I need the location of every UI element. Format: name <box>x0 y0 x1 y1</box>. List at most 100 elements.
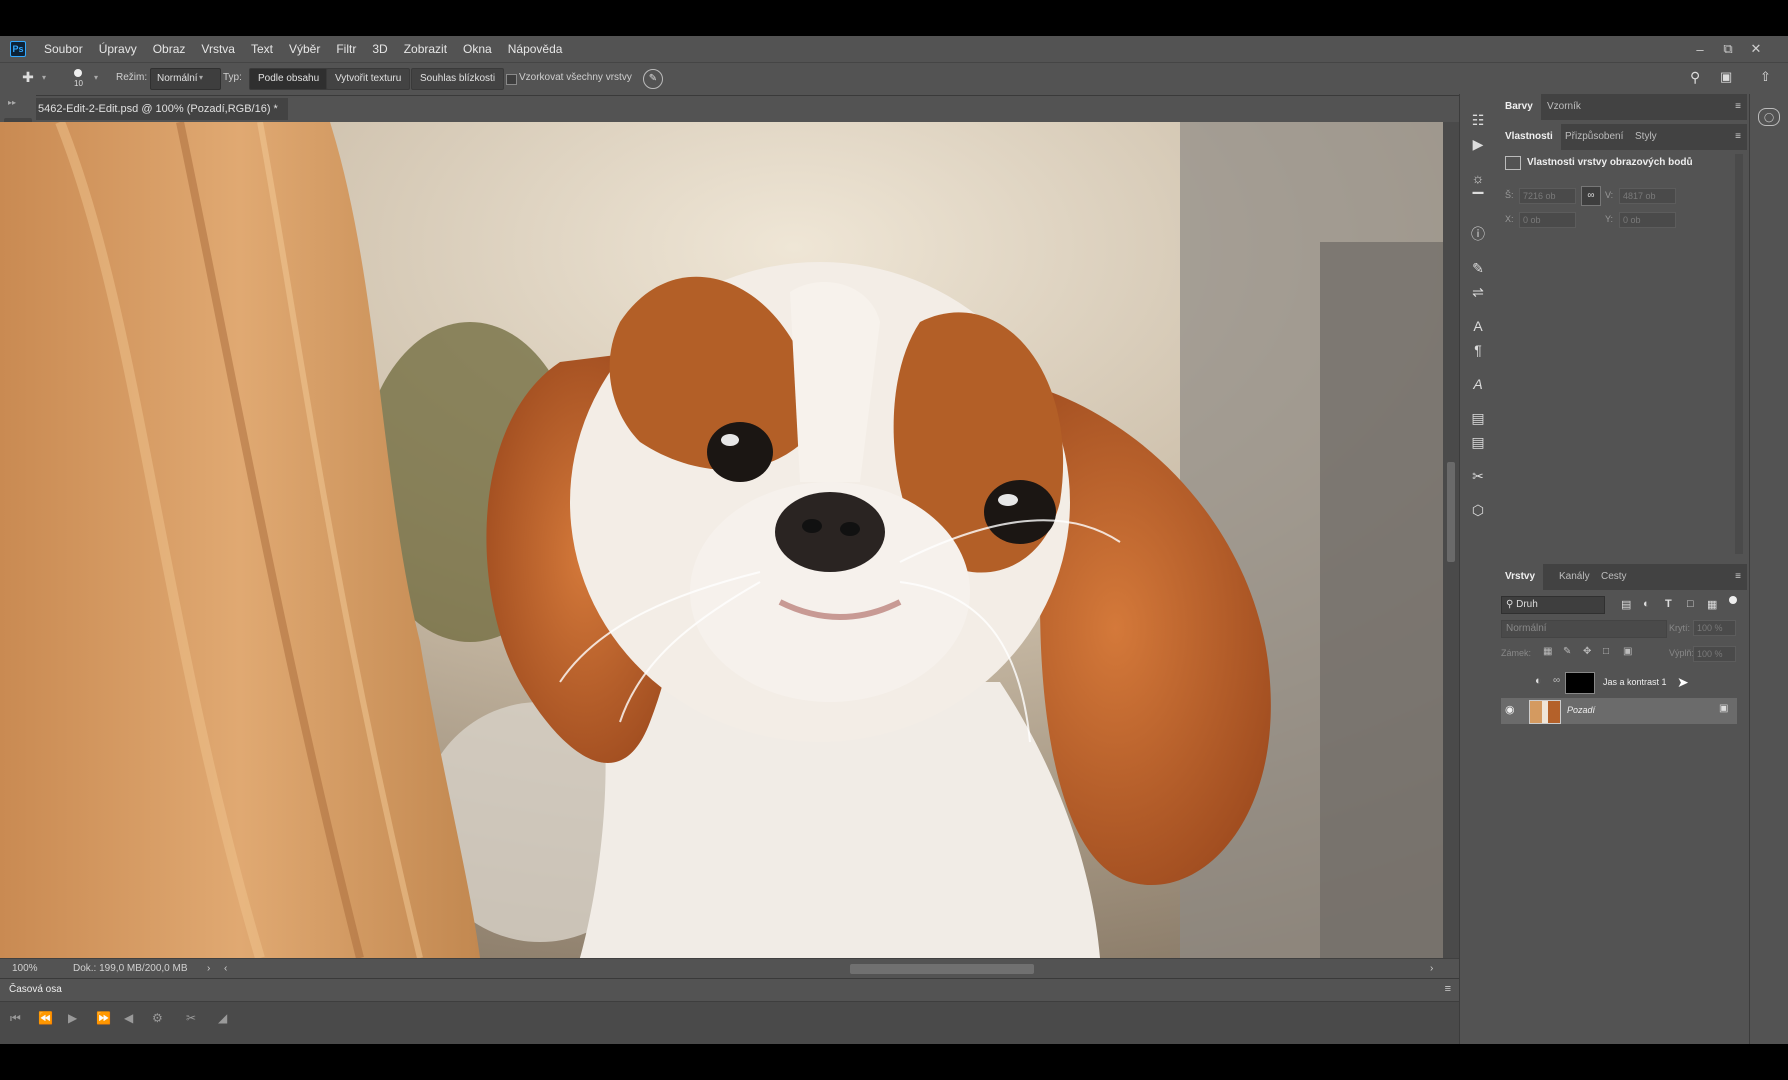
blend-mode-select[interactable]: Normální <box>1501 620 1667 638</box>
audio-icon[interactable]: ◀ <box>124 1011 133 1025</box>
tool-presets-icon[interactable]: ✂ <box>1468 466 1488 486</box>
share-icon[interactable]: ⇧ <box>1760 69 1771 85</box>
mask-link-icon[interactable]: ∞ <box>1553 675 1560 686</box>
layer-name[interactable]: Jas a kontrast 1 <box>1603 677 1667 687</box>
timeline-menu-icon[interactable]: ≡ <box>1445 983 1451 995</box>
filter-adjustment-icon[interactable]: ◐ <box>1643 598 1650 610</box>
scroll-right-icon[interactable]: › <box>1430 963 1433 974</box>
type-proximity-match-button[interactable]: Souhlas blízkosti <box>411 68 505 90</box>
glyphs-icon[interactable]: A <box>1468 374 1488 394</box>
tab-prizpusobeni[interactable]: Přizpůsobení <box>1557 124 1631 150</box>
tab-vzornik[interactable]: Vzorník <box>1539 94 1589 120</box>
pressure-size-icon[interactable]: ✎ <box>643 69 663 89</box>
layer-hidden-visibility[interactable] <box>1505 676 1517 688</box>
character-icon[interactable]: A <box>1468 316 1488 336</box>
menu-text[interactable]: Text <box>243 36 281 62</box>
close-icon[interactable]: ✕ <box>1742 41 1770 57</box>
notes-icon[interactable]: ▤ <box>1468 432 1488 452</box>
collapse-tools-icon[interactable]: ▸▸ <box>8 98 16 107</box>
opacity-field[interactable]: 100 % <box>1693 620 1736 636</box>
lock-all-icon[interactable]: ▣ <box>1623 646 1632 657</box>
lock-paint-icon[interactable]: ✎ <box>1563 646 1571 657</box>
brush-chevron-icon[interactable]: ▾ <box>94 73 98 82</box>
paragraph-icon[interactable]: ¶ <box>1468 340 1488 360</box>
filter-shape-icon[interactable]: □ <box>1687 598 1694 610</box>
sample-all-checkbox[interactable] <box>506 74 517 85</box>
transition-icon[interactable]: ◢ <box>218 1011 227 1025</box>
brush-tip-icon[interactable] <box>74 69 82 77</box>
layer-name[interactable]: Pozadí <box>1567 705 1595 715</box>
x-field[interactable]: 0 ob <box>1519 212 1576 228</box>
type-create-texture-button[interactable]: Vytvořit texturu <box>326 68 411 90</box>
menu-vrstva[interactable]: Vrstva <box>193 36 243 62</box>
layer-row[interactable]: ◐ ∞ Jas a kontrast 1 <box>1501 670 1737 696</box>
tab-styly[interactable]: Styly <box>1627 124 1665 150</box>
colors-panel-menu-icon[interactable]: ≡ <box>1735 101 1741 112</box>
restore-icon[interactable]: ⧉ <box>1714 41 1742 57</box>
history-panel-icon[interactable]: ☷ <box>1468 110 1488 130</box>
filter-smart-object-icon[interactable]: ▦ <box>1707 598 1717 611</box>
tab-vrstvy[interactable]: Vrstvy <box>1497 564 1544 590</box>
tab-vlastnosti[interactable]: Vlastnosti <box>1497 124 1561 150</box>
lock-transparent-icon[interactable]: ▦ <box>1543 646 1552 657</box>
libraries-icon[interactable]: ▤ <box>1468 408 1488 428</box>
search-icon[interactable]: ⚲ <box>1690 69 1700 86</box>
minimize-icon[interactable]: – <box>1686 42 1714 57</box>
menu-3d[interactable]: 3D <box>364 36 395 62</box>
filter-kind-select[interactable]: ⚲ Druh <box>1501 596 1605 614</box>
previous-frame-icon[interactable]: ⏪ <box>38 1011 53 1025</box>
horizontal-scroll-thumb[interactable] <box>850 964 1034 974</box>
healing-brush-preset-icon[interactable]: ✚ <box>18 69 38 89</box>
menu-soubor[interactable]: Soubor <box>36 36 91 62</box>
document-tab[interactable]: 5462-Edit-2-Edit.psd @ 100% (Pozadí,RGB/… <box>36 98 288 137</box>
filter-type-icon[interactable]: T <box>1665 598 1672 610</box>
first-frame-icon[interactable]: ⏮ <box>10 1011 21 1026</box>
brush-settings-icon[interactable]: ✎ <box>1468 258 1488 278</box>
width-field[interactable]: 7216 ob <box>1519 188 1576 204</box>
info-icon[interactable]: ⓘ <box>1468 224 1488 244</box>
play-icon[interactable]: ▶ <box>68 1011 77 1025</box>
height-field[interactable]: 4817 ob <box>1619 188 1676 204</box>
status-expand-icon[interactable]: › <box>207 963 210 974</box>
adjustments-sun-icon[interactable]: ☼ <box>1468 168 1488 188</box>
menu-vyber[interactable]: Výběr <box>281 36 328 62</box>
mode-select[interactable]: Normální <box>150 68 221 90</box>
menu-zobrazit[interactable]: Zobrazit <box>396 36 455 62</box>
3d-cube-icon[interactable]: ⬡ <box>1468 500 1488 520</box>
menu-upravy[interactable]: Úpravy <box>91 36 145 62</box>
filter-toggle-icon[interactable] <box>1729 596 1737 604</box>
learn-panel-icon[interactable]: ◯ <box>1758 108 1780 126</box>
actions-play-icon[interactable]: ▶ <box>1468 134 1488 154</box>
properties-panel-menu-icon[interactable]: ≡ <box>1735 131 1741 142</box>
preset-chevron-icon[interactable]: ▾ <box>42 73 46 82</box>
eye-icon[interactable]: ◉ <box>1505 703 1515 716</box>
lock-position-icon[interactable]: ✥ <box>1583 646 1591 657</box>
properties-scrollbar[interactable] <box>1735 154 1743 554</box>
tab-cesty[interactable]: Cesty <box>1593 564 1635 590</box>
image-canvas[interactable] <box>0 122 1443 958</box>
link-dimensions-icon[interactable]: ∞ <box>1581 186 1601 206</box>
menu-napoveda[interactable]: Nápověda <box>500 36 571 62</box>
layers-panel-menu-icon[interactable]: ≡ <box>1735 571 1741 582</box>
histogram-icon[interactable]: ▔ <box>1468 190 1488 210</box>
layer-mask-thumbnail[interactable] <box>1565 672 1595 694</box>
scroll-left-icon[interactable]: ‹ <box>224 963 227 974</box>
y-field[interactable]: 0 ob <box>1619 212 1676 228</box>
zoom-level[interactable]: 100% <box>12 963 38 974</box>
sliders-icon[interactable]: ⇌ <box>1468 282 1488 302</box>
vertical-scrollbar[interactable] <box>1443 122 1459 958</box>
split-icon[interactable]: ✂ <box>186 1011 196 1025</box>
menu-filtr[interactable]: Filtr <box>328 36 364 62</box>
vertical-scroll-thumb[interactable] <box>1447 462 1455 562</box>
filter-pixel-icon[interactable]: ▤ <box>1621 598 1631 611</box>
next-frame-icon[interactable]: ⏩ <box>96 1011 111 1025</box>
fill-field[interactable]: 100 % <box>1693 646 1736 662</box>
layer-thumbnail[interactable] <box>1529 700 1561 724</box>
lock-artboard-icon[interactable]: □ <box>1603 646 1609 657</box>
menu-okna[interactable]: Okna <box>455 36 500 62</box>
workspace-icon[interactable]: ▣ <box>1720 69 1732 85</box>
menu-obraz[interactable]: Obraz <box>145 36 194 62</box>
lock-icon[interactable]: ▣ <box>1719 703 1728 714</box>
brush-size[interactable]: 10 <box>74 79 83 88</box>
layer-row-selected[interactable]: ◉ Pozadí ▣ <box>1501 698 1737 724</box>
